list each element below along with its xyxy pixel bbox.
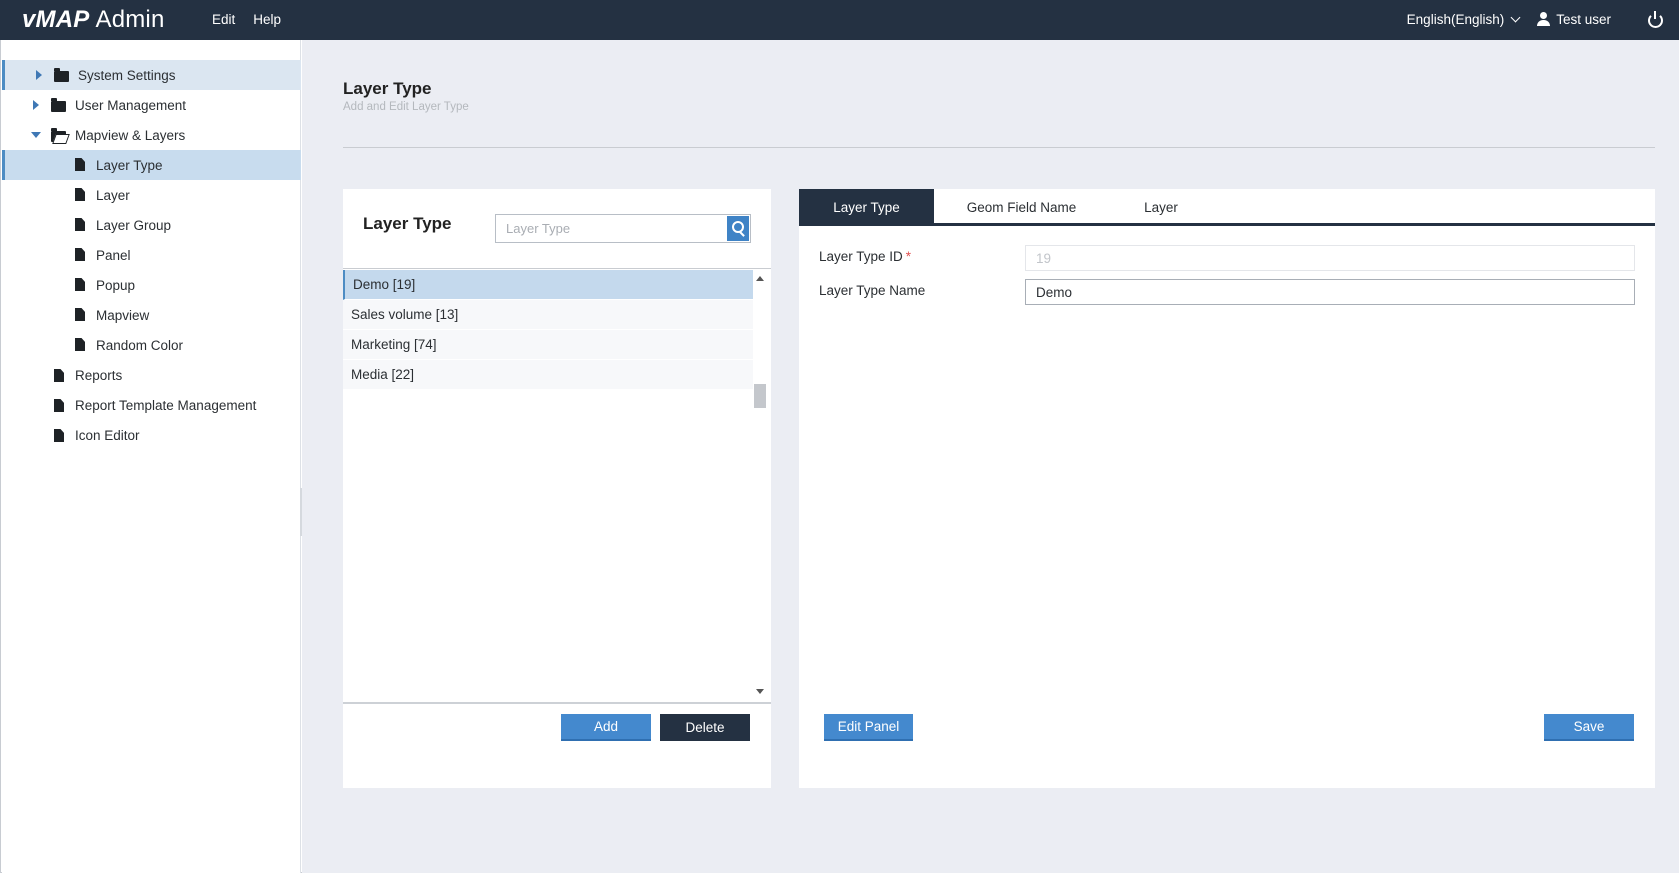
file-icon — [75, 278, 85, 291]
folder-open-icon — [51, 128, 66, 142]
layer-type-list-panel: Layer Type Demo [19] Sales volume [13] M… — [343, 189, 771, 788]
list-divider — [343, 268, 771, 269]
sidebar-item-mapview-layers[interactable]: Mapview & Layers — [2, 120, 301, 150]
layer-type-name-label: Layer Type Name — [819, 283, 926, 298]
list-panel-title: Layer Type — [363, 214, 452, 233]
list-item[interactable]: Demo [19] — [343, 270, 753, 300]
main-content: Layer Type Add and Edit Layer Type Layer… — [302, 40, 1679, 873]
detail-tabs: Layer Type Geom Field Name Layer — [799, 189, 1655, 226]
sidebar-item-report-template-management[interactable]: Report Template Management — [2, 390, 301, 420]
search-input[interactable] — [496, 215, 726, 242]
sidebar-item-system-settings[interactable]: System Settings — [2, 60, 301, 90]
file-icon — [75, 218, 85, 231]
sidebar-item-random-color[interactable]: Random Color — [2, 330, 301, 360]
list-footer-divider — [343, 702, 771, 704]
scroll-down-icon[interactable] — [756, 689, 764, 694]
sidebar-item-mapview[interactable]: Mapview — [2, 300, 301, 330]
tab-geom-field-name[interactable]: Geom Field Name — [934, 189, 1109, 226]
top-right-controls: English(English) Test user — [1406, 11, 1663, 28]
list-item[interactable]: Sales volume [13] — [343, 300, 753, 330]
sidebar-item-label: Panel — [96, 247, 131, 263]
language-label: English(English) — [1406, 11, 1505, 27]
sidebar-item-label: Random Color — [96, 337, 184, 353]
layer-type-detail-panel: Layer Type Geom Field Name Layer Layer T… — [799, 189, 1655, 788]
scroll-thumb[interactable] — [754, 384, 766, 408]
layer-type-id-label: Layer Type ID * — [819, 249, 911, 264]
sidebar-item-reports[interactable]: Reports — [2, 360, 301, 390]
search-icon[interactable] — [727, 216, 749, 241]
file-icon — [75, 158, 85, 171]
folder-icon — [51, 98, 66, 112]
scroll-up-icon[interactable] — [756, 276, 764, 281]
user-menu[interactable]: Test user — [1537, 12, 1611, 27]
layer-type-list: Demo [19] Sales volume [13] Marketing [7… — [343, 270, 753, 390]
list-item[interactable]: Marketing [74] — [343, 330, 753, 360]
sidebar-item-label: Report Template Management — [75, 397, 257, 413]
brand-name: vMAP — [22, 6, 90, 33]
caret-right-icon[interactable] — [33, 100, 39, 110]
brand-suffix: Admin — [95, 6, 165, 33]
sidebar-item-label: Layer Group — [96, 217, 172, 233]
folder-icon — [54, 68, 69, 82]
file-icon — [75, 338, 85, 351]
top-bar: vMAP Admin Edit Help English(English) Tes… — [0, 0, 1679, 40]
sidebar-item-layer-type[interactable]: Layer Type — [2, 150, 301, 180]
tab-layer-type[interactable]: Layer Type — [799, 189, 934, 226]
sidebar-item-label: Popup — [96, 277, 136, 293]
search-box — [495, 214, 751, 243]
file-icon — [54, 429, 64, 442]
layer-type-id-field[interactable] — [1025, 245, 1635, 271]
list-scrollbar[interactable] — [753, 270, 767, 700]
layer-type-id-label-text: Layer Type ID — [819, 249, 903, 264]
required-marker: * — [905, 249, 912, 264]
user-icon — [1537, 12, 1551, 26]
sidebar-item-label: Layer — [96, 187, 130, 203]
logout-power-icon[interactable] — [1647, 11, 1663, 28]
sidebar-tree: System Settings User Management Mapview … — [2, 60, 301, 450]
edit-panel-button[interactable]: Edit Panel — [824, 714, 913, 741]
sidebar-item-icon-editor[interactable]: Icon Editor — [2, 420, 301, 450]
list-item[interactable]: Media [22] — [343, 360, 753, 390]
user-name: Test user — [1556, 11, 1611, 27]
sidebar-item-label: User Management — [75, 97, 187, 113]
page-title: Layer Type — [343, 79, 432, 98]
save-button[interactable]: Save — [1544, 714, 1634, 741]
menu-help[interactable]: Help — [253, 12, 281, 27]
sidebar-item-label: Reports — [75, 367, 123, 383]
file-icon — [54, 399, 64, 412]
sidebar-item-layer-group[interactable]: Layer Group — [2, 210, 301, 240]
header-divider — [343, 147, 1655, 148]
layer-type-name-field[interactable] — [1025, 279, 1635, 305]
page-subtitle: Add and Edit Layer Type — [343, 101, 469, 113]
sidebar-item-panel[interactable]: Panel — [2, 240, 301, 270]
file-icon — [75, 248, 85, 261]
tab-layer[interactable]: Layer — [1109, 189, 1213, 226]
menu-edit[interactable]: Edit — [212, 12, 235, 27]
language-selector[interactable]: English(English) — [1406, 11, 1521, 27]
file-icon — [54, 369, 64, 382]
file-icon — [75, 188, 85, 201]
sidebar-item-label: Mapview — [96, 307, 150, 323]
sidebar-item-user-management[interactable]: User Management — [2, 90, 301, 120]
file-icon — [75, 308, 85, 321]
caret-right-icon[interactable] — [36, 70, 42, 80]
sidebar-item-label: System Settings — [78, 67, 176, 83]
add-button[interactable]: Add — [561, 714, 651, 741]
top-menu: Edit Help — [212, 12, 281, 27]
delete-button[interactable]: Delete — [660, 714, 750, 741]
sidebar-item-label: Mapview & Layers — [75, 127, 186, 143]
sidebar-item-popup[interactable]: Popup — [2, 270, 301, 300]
sidebar-item-layer[interactable]: Layer — [2, 180, 301, 210]
sidebar: System Settings User Management Mapview … — [2, 40, 301, 873]
app-logo: vMAP Admin — [22, 6, 165, 34]
chevron-down-icon — [1510, 12, 1521, 22]
caret-down-icon[interactable] — [31, 132, 41, 138]
sidebar-item-label: Layer Type — [96, 157, 163, 173]
sidebar-item-label: Icon Editor — [75, 427, 140, 443]
